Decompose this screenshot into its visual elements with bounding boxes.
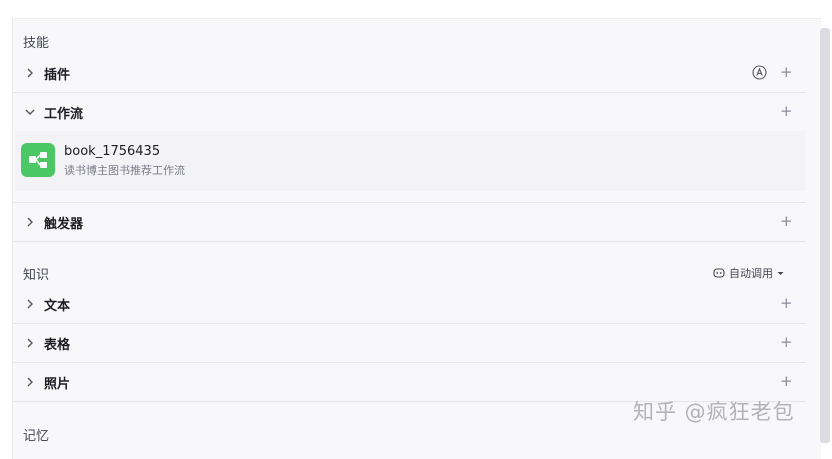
workflow-row[interactable]: 工作流 + (13, 93, 806, 131)
trigger-label: 触发器 (44, 217, 84, 232)
chevron-down-icon[interactable] (23, 105, 37, 119)
add-plugin-button[interactable]: + (780, 65, 793, 80)
workflow-label: 工作流 (44, 107, 84, 122)
table-row[interactable]: 表格 + (13, 324, 806, 363)
skills-section-title: 技能 (23, 36, 50, 51)
watermark: 知乎 @疯狂老包 (633, 400, 795, 424)
workflow-name: book_1756435 (64, 144, 161, 159)
workflow-item[interactable]: book_1756435 读书博主图书推荐工作流 (15, 131, 805, 191)
chevron-right-icon[interactable] (23, 375, 37, 389)
robot-icon (713, 268, 725, 278)
table-label: 表格 (44, 338, 71, 353)
workflow-description: 读书博主图书推荐工作流 (64, 164, 185, 177)
workflow-icon (21, 143, 55, 177)
chevron-right-icon[interactable] (23, 215, 37, 229)
chevron-right-icon[interactable] (23, 66, 37, 80)
scrollbar[interactable] (820, 28, 830, 443)
auto-call-label: 自动调用 (729, 267, 773, 280)
plugin-row[interactable]: 插件 + (13, 54, 806, 93)
add-workflow-button[interactable]: + (780, 104, 793, 119)
add-table-button[interactable]: + (780, 335, 793, 350)
knowledge-section-title: 知识 (23, 268, 50, 283)
add-photo-button[interactable]: + (780, 374, 793, 389)
chevron-right-icon[interactable] (23, 336, 37, 350)
caret-down-icon (777, 271, 784, 275)
text-row[interactable]: 文本 + (13, 285, 806, 324)
trigger-row[interactable]: 触发器 + (13, 202, 806, 242)
plugin-label: 插件 (44, 68, 71, 83)
auto-a-icon[interactable] (752, 65, 767, 80)
photo-label: 照片 (44, 377, 71, 392)
add-text-button[interactable]: + (780, 296, 793, 311)
add-trigger-button[interactable]: + (780, 214, 793, 229)
agent-config-panel: 技能 插件 + 工作流 + book_1756435 读书博主图书推荐工作流 触… (12, 18, 821, 459)
chevron-right-icon[interactable] (23, 297, 37, 311)
text-label: 文本 (44, 299, 71, 314)
auto-call-dropdown[interactable]: 自动调用 (713, 265, 784, 281)
memory-section-title: 记忆 (23, 429, 50, 444)
